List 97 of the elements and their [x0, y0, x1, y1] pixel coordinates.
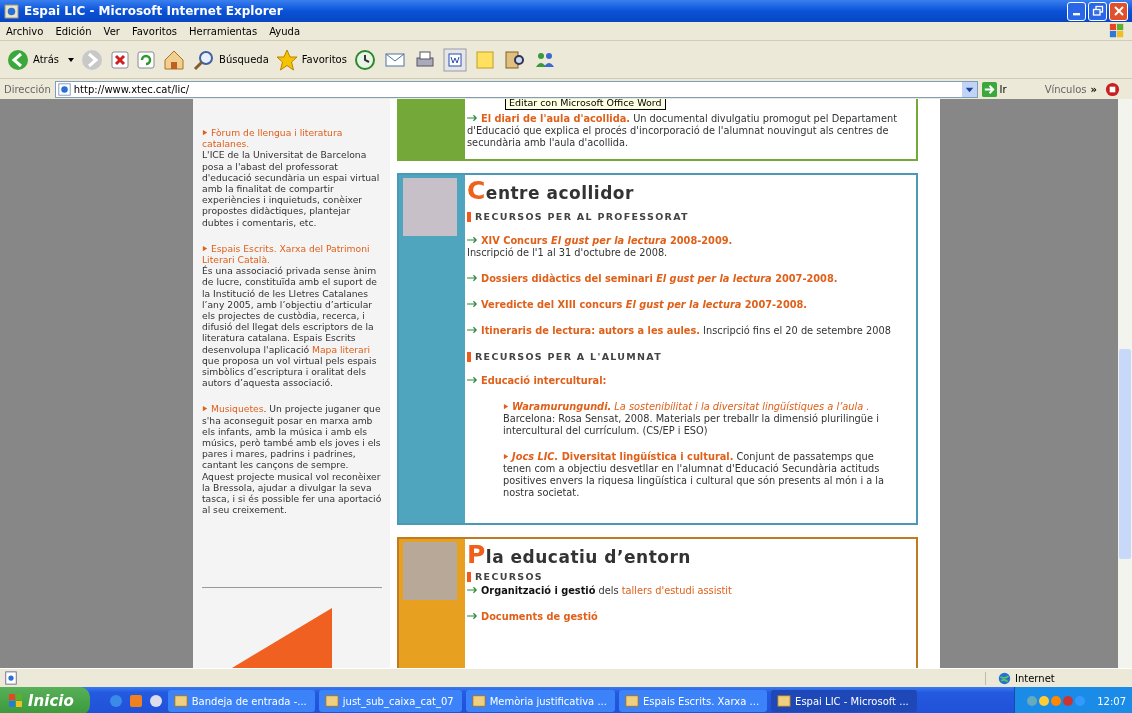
- scrollbar[interactable]: [1118, 99, 1132, 668]
- menu-item[interactable]: Archivo: [6, 25, 44, 37]
- taskbar-button[interactable]: Espais Escrits. Xarxa ...: [618, 690, 768, 712]
- arrow-icon: [467, 236, 478, 244]
- arrow-icon: [467, 586, 478, 594]
- page-icon: [57, 82, 71, 96]
- section-title: RECURSOS PER AL PROFESSORAT: [475, 211, 689, 223]
- window-icon: [471, 694, 486, 708]
- paragraph-text: És una associació privada sense ànim de lucre, constituïda amb el suport de la Institució de les Lletres Catalanes l’any 2005, amb l’objectiu d’articular els projectes de custòdia, recerca, i difusió del llegat dels escriptors de la literatura catalana. Espais Escrits desenvolupa l'aplicació Mapa literari que proposa un vol virtual pels espais simbòlics d’escriptura i oralitat dels autors d’aquesta associació.: [202, 265, 378, 389]
- globe-icon: [998, 671, 1011, 685]
- arrow-icon: [467, 114, 478, 122]
- link[interactable]: Waramurungundi. La sostenibilitat i la diversitat lingüístiques a l’aula .: [512, 401, 870, 412]
- paragraph-text: Barcelona: Rosa Sensat, 2008. Materials per treballr la dimensió plurilingüe i intercultural del currículum. (CS/EP i ESO): [503, 413, 880, 437]
- clock: 12:07: [1097, 695, 1126, 707]
- maximize-button[interactable]: [1088, 1, 1107, 21]
- paragraph-text: Itineraris de lectura: autors a les aules. Inscripció fins el 20 de setembre 2008: [467, 325, 908, 337]
- link[interactable]: Veredicte del XIII concurs El gust per la lectura 2007-2008.: [481, 299, 808, 310]
- marker-icon: [467, 212, 471, 222]
- address-field[interactable]: http://www.xtec.cat/lic/: [54, 80, 978, 98]
- app-icon[interactable]: [127, 693, 144, 709]
- more-button[interactable]: »: [1090, 83, 1097, 95]
- section-title: RECURSOS: [475, 571, 543, 583]
- bullet-icon: [202, 405, 209, 413]
- taskbar-button[interactable]: Bandeja de entrada -...: [167, 690, 315, 712]
- paragraph-text: Aquest projecte musical vol reconèixer la Bressola, ajudar a divulgar la seva tasca, i si és possible fer una aportació al seu creixement.: [202, 470, 382, 516]
- bullet-icon: [202, 244, 209, 252]
- link[interactable]: tallers d'estudi assistit: [621, 585, 732, 596]
- favorites-button[interactable]: Favoritos: [274, 47, 347, 72]
- back-button[interactable]: Atrás: [6, 47, 75, 72]
- window-icon: [624, 694, 639, 708]
- bullet-icon: [202, 129, 209, 136]
- tooltip: Editar con Microsoft Office Word: [505, 99, 666, 110]
- bullet-icon: [503, 403, 510, 410]
- windows-logo-icon: [1108, 23, 1126, 39]
- start-button[interactable]: Inicio: [0, 687, 90, 713]
- page-icon: [4, 671, 18, 685]
- zone-indicator: Internet: [985, 671, 1128, 685]
- dropdown-icon[interactable]: [961, 81, 977, 97]
- refresh-icon[interactable]: [136, 49, 157, 70]
- link[interactable]: Fòrum de llengua i literatura catalanes.: [202, 127, 382, 150]
- section-heading: Centre acollidor: [467, 179, 635, 205]
- marker-icon: [467, 572, 471, 582]
- menu-item[interactable]: Ver: [103, 25, 120, 37]
- restore-icon: [1091, 5, 1104, 17]
- star-icon: [274, 47, 299, 72]
- paragraph-text: Inscripció de l'1 al 31 d'octubre de 2008.: [467, 247, 669, 259]
- taskbar-button[interactable]: Memòria justificativa ...: [465, 690, 615, 712]
- link[interactable]: Itineraris de lectura: autors a les aules.: [481, 325, 700, 336]
- arrow-icon: [467, 612, 478, 620]
- link[interactable]: El diari de l'aula d'acollida.: [481, 113, 630, 124]
- link[interactable]: Mapa literari: [312, 343, 371, 355]
- paragraph-text: Jocs LIC. Diversitat lingüística i cultural. Conjunt de passatemps que tenen com a objectiu desvetllar en l'alumnat d'Educació Secundària actituds positives envers la riquesa lingüística i cultural que són presents al món i a la nostra societat.: [503, 451, 886, 499]
- word-document-icon[interactable]: [442, 47, 467, 72]
- history-icon[interactable]: [352, 47, 377, 72]
- arrow-icon: [467, 300, 478, 308]
- arrow-icon: [467, 326, 478, 334]
- link[interactable]: Dossiers didàctics del seminari El gust per la lectura 2007-2008.: [481, 273, 838, 284]
- window-icon: [777, 694, 792, 708]
- link[interactable]: Espais Escrits. Xarxa del Patrimoni Literari Català.: [202, 242, 382, 266]
- go-arrow-icon: [981, 81, 997, 97]
- windows-logo-icon: [8, 693, 24, 709]
- link[interactable]: Jocs LIC. Diversitat lingüística i cultural.: [512, 451, 734, 462]
- address-label: Dirección: [4, 83, 51, 95]
- app-icon[interactable]: [147, 693, 164, 709]
- bullet-icon: [503, 453, 510, 460]
- photo-placeholder: [403, 542, 457, 600]
- arrow-icon: [467, 376, 478, 384]
- stop-icon[interactable]: [110, 49, 131, 70]
- links-label[interactable]: Vínculos: [1044, 83, 1087, 95]
- paragraph-text: Musiquetes. Un projecte juganer que s'ha aconseguit posar en marxa amb els infants, amb la música i amb els músics, però també amb els joves i els pares i mares, padrins i padrines, cantant les cançons de sempre.: [202, 403, 382, 471]
- window-icon: [324, 694, 339, 708]
- window-icon: [173, 694, 188, 708]
- photo-placeholder: [403, 178, 457, 236]
- marker-icon: [467, 352, 471, 362]
- link[interactable]: Educació intercultural:: [481, 375, 607, 386]
- menu-item[interactable]: Edición: [55, 25, 92, 37]
- minimize-button[interactable]: [1067, 1, 1086, 21]
- taskbar-button[interactable]: Espai LIC - Microsoft ...: [771, 690, 917, 712]
- section-title: RECURSOS PER A L'ALUMNAT: [475, 351, 663, 363]
- minimize-icon: [1073, 13, 1080, 16]
- go-button[interactable]: Ir: [981, 81, 1027, 97]
- arrow-icon: [467, 274, 478, 282]
- close-button[interactable]: [1109, 1, 1128, 21]
- window-title: Espai LIC - Microsoft Internet Explorer: [24, 4, 284, 18]
- close-icon: [1112, 5, 1125, 17]
- paragraph-text: El diari de l'aula d'acollida. Un documental divulgatiu promogut pel Departament d'Educació que explica el procés d'incorporació de l'alumnat nouvingut als centres de secundària amb l'aula d'acollida.: [467, 113, 898, 149]
- caret-icon: [68, 57, 75, 62]
- link[interactable]: XIV Concurs El gust per la lectura 2008-2009.: [481, 235, 733, 246]
- section-heading: Pla educatiu d’entorn: [467, 543, 692, 569]
- menu-item[interactable]: Herramientas: [189, 25, 258, 37]
- link[interactable]: Documents de gestió: [481, 611, 598, 622]
- taskbar-button[interactable]: just_sub_caixa_cat_07: [318, 690, 462, 712]
- menu-item[interactable]: Ayuda: [269, 25, 301, 37]
- paragraph-text: L'ICE de la Universitat de Barcelona posa a l'abast del professorat d'educació secundària un espai virtual amb la finalitat de compartir experiències i inquietuds, conèixer propostes didàctiques, plantejar dubtes i comentaris, etc.: [202, 149, 381, 228]
- search-button[interactable]: Búsqueda: [192, 47, 269, 72]
- paragraph-text: Organització i gestió dels tallers d'estudi assistit: [467, 585, 908, 597]
- menu-item[interactable]: Favoritos: [131, 25, 178, 37]
